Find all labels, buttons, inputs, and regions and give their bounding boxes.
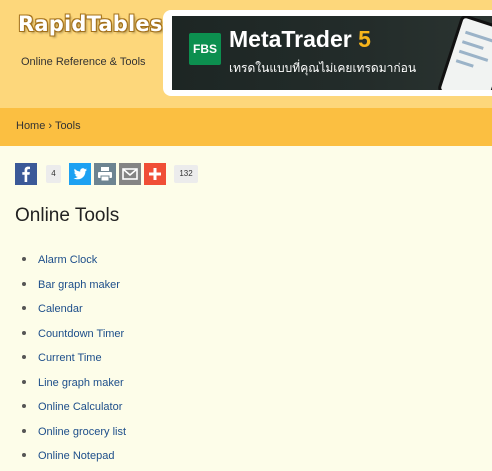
list-item: Line graph maker (22, 373, 126, 398)
bullet-icon (22, 257, 26, 261)
phone-illustration (436, 16, 492, 90)
fbs-logo: FBS (189, 33, 221, 65)
ad-title-number: 5 (358, 26, 371, 52)
tool-link[interactable]: Online Notepad (38, 450, 114, 462)
breadcrumb-separator: › (48, 120, 53, 132)
list-item: Calendar (22, 299, 126, 324)
tool-link[interactable]: Alarm Clock (38, 254, 97, 266)
more-share-button[interactable] (144, 163, 166, 185)
facebook-share-count: 4 (46, 165, 61, 183)
site-logo[interactable]: RapidTables Online Reference & Tools (14, 10, 164, 90)
list-item: Current Time (22, 348, 126, 373)
twitter-share-button[interactable] (69, 163, 91, 185)
print-icon (98, 167, 112, 182)
breadcrumb: Home › Tools (16, 120, 81, 132)
tool-link[interactable]: Line graph maker (38, 377, 124, 389)
bullet-icon (22, 330, 26, 335)
bullet-icon (22, 306, 26, 310)
ad-title-main: MetaTrader (229, 26, 352, 52)
bullet-icon (22, 355, 26, 359)
logo-subtitle: Online Reference & Tools (21, 56, 146, 68)
list-item: Online Calculator (22, 397, 126, 422)
site-header: RapidTables Online Reference & Tools FBS… (0, 0, 492, 108)
logo-title: RapidTables (18, 12, 163, 36)
print-button[interactable] (94, 163, 116, 185)
email-icon (122, 168, 138, 180)
facebook-share-button[interactable] (15, 163, 37, 185)
list-item: Online Notepad (22, 446, 126, 471)
list-item: Online grocery list (22, 422, 126, 447)
tool-link[interactable]: Online Calculator (38, 401, 122, 413)
breadcrumb-home-link[interactable]: Home (16, 120, 45, 132)
list-item: Alarm Clock (22, 250, 126, 275)
tool-link[interactable]: Online grocery list (38, 426, 126, 438)
ad-title: MetaTrader 5 (229, 26, 371, 53)
ad-banner[interactable]: FBS MetaTrader 5 เทรดในแบบที่คุณไม่เคยเท… (172, 16, 492, 90)
bullet-icon (22, 281, 26, 286)
bullet-icon (22, 404, 26, 408)
ad-subtitle: เทรดในแบบที่คุณไม่เคยเทรดมาก่อน (229, 61, 417, 75)
bullet-icon (22, 453, 26, 457)
email-share-button[interactable] (119, 163, 141, 185)
tool-link[interactable]: Calendar (38, 303, 83, 315)
plus-icon (149, 168, 161, 180)
tool-link[interactable]: Bar graph maker (38, 279, 120, 291)
tool-link[interactable]: Countdown Timer (38, 328, 124, 340)
tool-link[interactable]: Current Time (38, 352, 102, 364)
breadcrumb-bar: Home › Tools (0, 108, 492, 146)
bullet-icon (22, 379, 26, 384)
list-item: Bar graph maker (22, 275, 126, 300)
twitter-icon (73, 168, 87, 180)
tools-list: Alarm Clock Bar graph maker Calendar Cou… (22, 250, 126, 471)
list-item: Countdown Timer (22, 324, 126, 349)
facebook-icon (22, 166, 30, 182)
page-title: Online Tools (15, 205, 120, 226)
bullet-icon (22, 428, 26, 433)
breadcrumb-current: Tools (54, 120, 81, 132)
total-share-count: 132 (174, 165, 198, 183)
